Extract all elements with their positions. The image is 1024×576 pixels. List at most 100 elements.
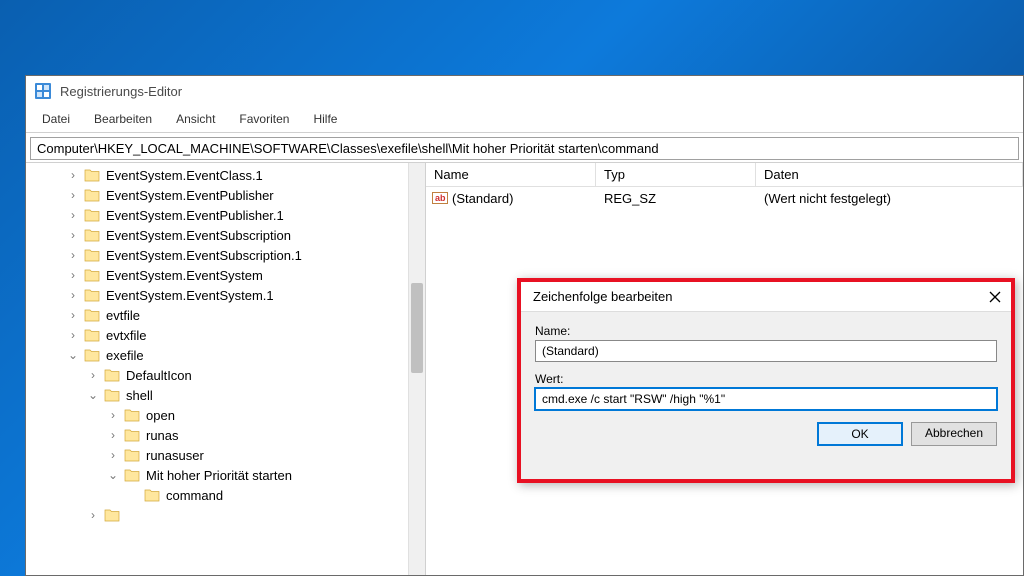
- listview-header: Name Typ Daten: [426, 163, 1023, 187]
- folder-icon: [84, 248, 100, 262]
- tree-item-label: exefile: [106, 348, 144, 363]
- cancel-button[interactable]: Abbrechen: [911, 422, 997, 446]
- listview-row[interactable]: ab (Standard) REG_SZ (Wert nicht festgel…: [426, 187, 1023, 209]
- folder-icon: [84, 328, 100, 342]
- chevron-right-icon[interactable]: ›: [86, 369, 100, 381]
- name-input[interactable]: [535, 340, 997, 362]
- folder-icon: [84, 348, 100, 362]
- chevron-right-icon[interactable]: ›: [106, 409, 120, 421]
- menu-help[interactable]: Hilfe: [303, 108, 347, 130]
- folder-icon: [84, 308, 100, 322]
- tree-item[interactable]: › DefaultIcon: [26, 365, 425, 385]
- col-name[interactable]: Name: [426, 163, 596, 186]
- folder-icon: [84, 208, 100, 222]
- name-label: Name:: [535, 324, 997, 338]
- tree-item-label: Mit hoher Priorität starten: [146, 468, 292, 483]
- value-input[interactable]: [535, 388, 997, 410]
- menu-view[interactable]: Ansicht: [166, 108, 225, 130]
- tree-item[interactable]: › open: [26, 405, 425, 425]
- folder-icon: [84, 188, 100, 202]
- scrollbar-thumb[interactable]: [411, 283, 423, 373]
- dialog-title: Zeichenfolge bearbeiten: [533, 289, 673, 304]
- chevron-down-icon[interactable]: ⌄: [66, 349, 80, 361]
- chevron-right-icon[interactable]: ›: [66, 269, 80, 281]
- tree-item-label: EventSystem.EventPublisher: [106, 188, 274, 203]
- tree-item[interactable]: › runas: [26, 425, 425, 445]
- col-data[interactable]: Daten: [756, 163, 1023, 186]
- tree-item[interactable]: › EventSystem.EventPublisher: [26, 185, 425, 205]
- chevron-right-icon[interactable]: ›: [66, 309, 80, 321]
- ok-button[interactable]: OK: [817, 422, 903, 446]
- tree-item[interactable]: ›runasuser: [26, 445, 425, 465]
- address-bar[interactable]: Computer\HKEY_LOCAL_MACHINE\SOFTWARE\Cla…: [30, 137, 1019, 160]
- folder-icon: [84, 268, 100, 282]
- chevron-right-icon[interactable]: ›: [66, 229, 80, 241]
- chevron-right-icon[interactable]: ›: [66, 189, 80, 201]
- tree-scrollbar[interactable]: [408, 163, 425, 575]
- string-value-icon: ab: [432, 190, 448, 206]
- folder-icon: [104, 508, 120, 522]
- folder-icon: [124, 408, 140, 422]
- tree-item[interactable]: › evtfile: [26, 305, 425, 325]
- folder-icon: [144, 488, 160, 502]
- chevron-right-icon[interactable]: ›: [66, 209, 80, 221]
- tree-item[interactable]: › EventSystem.EventSystem: [26, 265, 425, 285]
- dialog-buttons: OK Abbrechen: [535, 422, 997, 446]
- tree-item-label: evtfile: [106, 308, 140, 323]
- chevron-right-icon[interactable]: ›: [106, 449, 120, 461]
- tree-pane: › EventSystem.EventClass.1 › EventSystem.Ev…: [26, 163, 426, 575]
- chevron-right-icon[interactable]: ›: [86, 509, 100, 521]
- menu-edit[interactable]: Bearbeiten: [84, 108, 162, 130]
- chevron-down-icon[interactable]: ⌄: [106, 469, 120, 481]
- window-title: Registrierungs-Editor: [60, 84, 182, 99]
- tree-item-label: command: [166, 488, 223, 503]
- chevron-right-icon[interactable]: ›: [66, 169, 80, 181]
- value-label: Wert:: [535, 372, 997, 386]
- tree-item[interactable]: › EventSystem.EventSystem.1: [26, 285, 425, 305]
- tree-item[interactable]: ⌄ shell: [26, 385, 425, 405]
- tree-item[interactable]: › EventSystem.EventSubscription.1: [26, 245, 425, 265]
- tree-item-label: open: [146, 408, 175, 423]
- chevron-down-icon[interactable]: ⌄: [86, 389, 100, 401]
- folder-icon: [124, 448, 140, 462]
- close-icon[interactable]: [987, 289, 1003, 305]
- tree-item-label: evtxfile: [106, 328, 146, 343]
- dialog-titlebar: Zeichenfolge bearbeiten: [521, 282, 1011, 312]
- tree-item-label: DefaultIcon: [126, 368, 192, 383]
- tree-item-label: runas: [146, 428, 179, 443]
- regedit-icon: [34, 82, 52, 100]
- tree-item[interactable]: ⌄ exefile: [26, 345, 425, 365]
- svg-text:ab: ab: [435, 193, 446, 203]
- col-type[interactable]: Typ: [596, 163, 756, 186]
- tree-item[interactable]: › EventSystem.EventClass.1: [26, 165, 425, 185]
- tree-item-label: EventSystem.EventClass.1: [106, 168, 263, 183]
- folder-icon: [84, 228, 100, 242]
- chevron-right-icon[interactable]: ›: [66, 249, 80, 261]
- tree-item-label: EventSystem.EventSubscription.1: [106, 248, 302, 263]
- folder-icon: [84, 168, 100, 182]
- tree-item-label: EventSystem.EventSystem: [106, 268, 263, 283]
- tree-item-label: EventSystem.EventSystem.1: [106, 288, 274, 303]
- menu-file[interactable]: Datei: [32, 108, 80, 130]
- row-name: ab (Standard): [426, 190, 596, 206]
- tree-item[interactable]: › EventSystem.EventPublisher.1: [26, 205, 425, 225]
- tree-item[interactable]: › EventSystem.EventSubscription: [26, 225, 425, 245]
- menubar: Datei Bearbeiten Ansicht Favoriten Hilfe: [26, 106, 1023, 133]
- tree-item[interactable]: ›: [26, 505, 425, 525]
- tree-item[interactable]: ⌄ Mit hoher Priorität starten: [26, 465, 425, 485]
- edit-string-dialog: Zeichenfolge bearbeiten Name: Wert: OK A…: [517, 278, 1015, 483]
- chevron-right-icon[interactable]: ›: [66, 289, 80, 301]
- tree-item-label: EventSystem.EventSubscription: [106, 228, 291, 243]
- tree-item[interactable]: › evtxfile: [26, 325, 425, 345]
- folder-icon: [124, 468, 140, 482]
- row-data: (Wert nicht festgelegt): [756, 191, 1023, 206]
- chevron-right-icon[interactable]: ›: [66, 329, 80, 341]
- row-type: REG_SZ: [596, 191, 756, 206]
- tree-item-label: shell: [126, 388, 153, 403]
- folder-icon: [124, 428, 140, 442]
- menu-favorites[interactable]: Favoriten: [229, 108, 299, 130]
- chevron-right-icon[interactable]: ›: [106, 429, 120, 441]
- tree-item[interactable]: command: [26, 485, 425, 505]
- tree-item-label: EventSystem.EventPublisher.1: [106, 208, 284, 223]
- folder-icon: [104, 368, 120, 382]
